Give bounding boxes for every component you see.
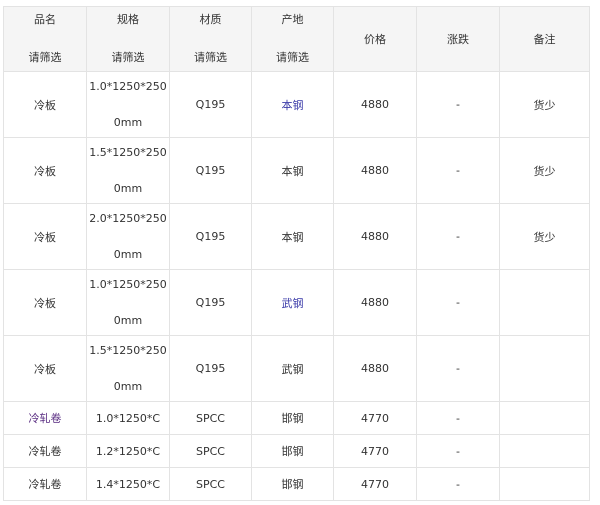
cell-spec-line1: 1.0*1250*250 xyxy=(89,277,167,291)
table-row: 冷轧卷 1.4*1250*C SPCC 邯钢 4770 - xyxy=(3,467,590,501)
cell-price: 4770 xyxy=(333,434,417,468)
cell-spec: 1.0*1250*250 0mm xyxy=(86,71,170,138)
cell-change: - xyxy=(416,137,500,204)
cell-price: 4880 xyxy=(333,203,417,270)
cell-spec-line2: 0mm xyxy=(113,181,143,195)
cell-spec: 1.4*1250*C xyxy=(86,467,170,501)
cell-spec: 1.5*1250*250 0mm xyxy=(86,137,170,204)
cell-change: - xyxy=(416,335,500,402)
filter-name-button[interactable]: 请筛选 xyxy=(29,51,62,65)
cell-material: Q195 xyxy=(169,137,252,204)
table-row: 冷板 1.0*1250*250 0mm Q195 武钢 4880 - xyxy=(3,269,590,336)
cell-note xyxy=(499,434,590,468)
cell-change: - xyxy=(416,269,500,336)
header-name-label: 品名 xyxy=(34,13,56,26)
cell-change: - xyxy=(416,203,500,270)
cell-price: 4880 xyxy=(333,269,417,336)
header-price: 价格 xyxy=(333,6,417,72)
origin-link[interactable]: 本钢 xyxy=(282,99,304,112)
price-table-container: 品名 请筛选 规格 请筛选 材质 请筛选 产地 请筛选 价格 涨跌 备注 冷板 … xyxy=(3,6,590,501)
cell-spec: 1.0*1250*250 0mm xyxy=(86,269,170,336)
cell-spec: 1.2*1250*C xyxy=(86,434,170,468)
cell-note xyxy=(499,335,590,402)
table-row: 冷板 1.5*1250*250 0mm Q195 武钢 4880 - xyxy=(3,335,590,402)
cell-origin: 武钢 xyxy=(251,269,334,336)
table-header-row: 品名 请筛选 规格 请筛选 材质 请筛选 产地 请筛选 价格 涨跌 备注 xyxy=(3,6,590,72)
cell-spec-line1: 1.5*1250*250 xyxy=(89,343,167,357)
table-row: 冷轧卷 1.0*1250*C SPCC 邯钢 4770 - xyxy=(3,401,590,435)
header-origin-label: 产地 xyxy=(281,13,304,26)
filter-spec-button[interactable]: 请筛选 xyxy=(112,51,145,65)
table-row: 冷板 1.5*1250*250 0mm Q195 本钢 4880 - 货少 xyxy=(3,137,590,204)
cell-material: SPCC xyxy=(169,467,252,501)
cell-material: Q195 xyxy=(169,335,252,402)
cell-name: 冷板 xyxy=(3,269,87,336)
cell-spec-line2: 0mm xyxy=(113,247,143,261)
cell-note: 货少 xyxy=(499,203,590,270)
header-note: 备注 xyxy=(499,6,590,72)
cell-spec-line2: 0mm xyxy=(113,115,143,129)
cell-spec-line2: 0mm xyxy=(113,379,143,393)
cell-price: 4880 xyxy=(333,335,417,402)
cell-spec: 2.0*1250*250 0mm xyxy=(86,203,170,270)
header-change: 涨跌 xyxy=(416,6,500,72)
cell-change: - xyxy=(416,467,500,501)
cell-spec-line1: 1.0*1250*250 xyxy=(89,79,167,93)
cell-spec: 1.5*1250*250 0mm xyxy=(86,335,170,402)
cell-name: 冷轧卷 xyxy=(3,434,87,468)
header-spec: 规格 请筛选 xyxy=(86,6,170,72)
cell-name: 冷轧卷 xyxy=(3,401,87,435)
cell-price: 4880 xyxy=(333,137,417,204)
cell-spec-line1: 1.5*1250*250 xyxy=(89,145,167,159)
steel-price-table: 品名 请筛选 规格 请筛选 材质 请筛选 产地 请筛选 价格 涨跌 备注 冷板 … xyxy=(3,6,590,501)
cell-change: - xyxy=(416,401,500,435)
cell-name: 冷板 xyxy=(3,203,87,270)
table-row: 冷板 2.0*1250*250 0mm Q195 本钢 4880 - 货少 xyxy=(3,203,590,270)
cell-material: Q195 xyxy=(169,71,252,138)
cell-origin: 本钢 xyxy=(251,203,334,270)
cell-material: SPCC xyxy=(169,434,252,468)
filter-origin-button[interactable]: 请筛选 xyxy=(276,51,309,65)
cell-price: 4770 xyxy=(333,401,417,435)
cell-note xyxy=(499,269,590,336)
table-row: 冷板 1.0*1250*250 0mm Q195 本钢 4880 - 货少 xyxy=(3,71,590,138)
table-row: 冷轧卷 1.2*1250*C SPCC 邯钢 4770 - xyxy=(3,434,590,468)
cell-spec: 1.0*1250*C xyxy=(86,401,170,435)
cell-price: 4880 xyxy=(333,71,417,138)
cell-spec-line2: 0mm xyxy=(113,313,143,327)
cell-spec-line1: 2.0*1250*250 xyxy=(89,211,167,225)
cell-material: SPCC xyxy=(169,401,252,435)
cell-name: 冷轧卷 xyxy=(3,467,87,501)
cell-origin: 邯钢 xyxy=(251,467,334,501)
cell-name: 冷板 xyxy=(3,137,87,204)
header-material-label: 材质 xyxy=(199,13,222,26)
cell-origin: 武钢 xyxy=(251,335,334,402)
cell-origin: 邯钢 xyxy=(251,401,334,435)
origin-link[interactable]: 武钢 xyxy=(282,297,304,310)
header-origin: 产地 请筛选 xyxy=(251,6,334,72)
cell-note xyxy=(499,401,590,435)
cell-name: 冷板 xyxy=(3,335,87,402)
cell-origin: 本钢 xyxy=(251,71,334,138)
cell-price: 4770 xyxy=(333,467,417,501)
cell-note: 货少 xyxy=(499,137,590,204)
header-material: 材质 请筛选 xyxy=(169,6,252,72)
cell-change: - xyxy=(416,434,500,468)
cell-material: Q195 xyxy=(169,203,252,270)
cell-note xyxy=(499,467,590,501)
cell-origin: 本钢 xyxy=(251,137,334,204)
product-link[interactable]: 冷轧卷 xyxy=(29,412,62,425)
header-spec-label: 规格 xyxy=(117,13,139,26)
header-name: 品名 请筛选 xyxy=(3,6,87,72)
filter-material-button[interactable]: 请筛选 xyxy=(194,51,227,65)
cell-name: 冷板 xyxy=(3,71,87,138)
cell-origin: 邯钢 xyxy=(251,434,334,468)
cell-note: 货少 xyxy=(499,71,590,138)
cell-material: Q195 xyxy=(169,269,252,336)
cell-change: - xyxy=(416,71,500,138)
